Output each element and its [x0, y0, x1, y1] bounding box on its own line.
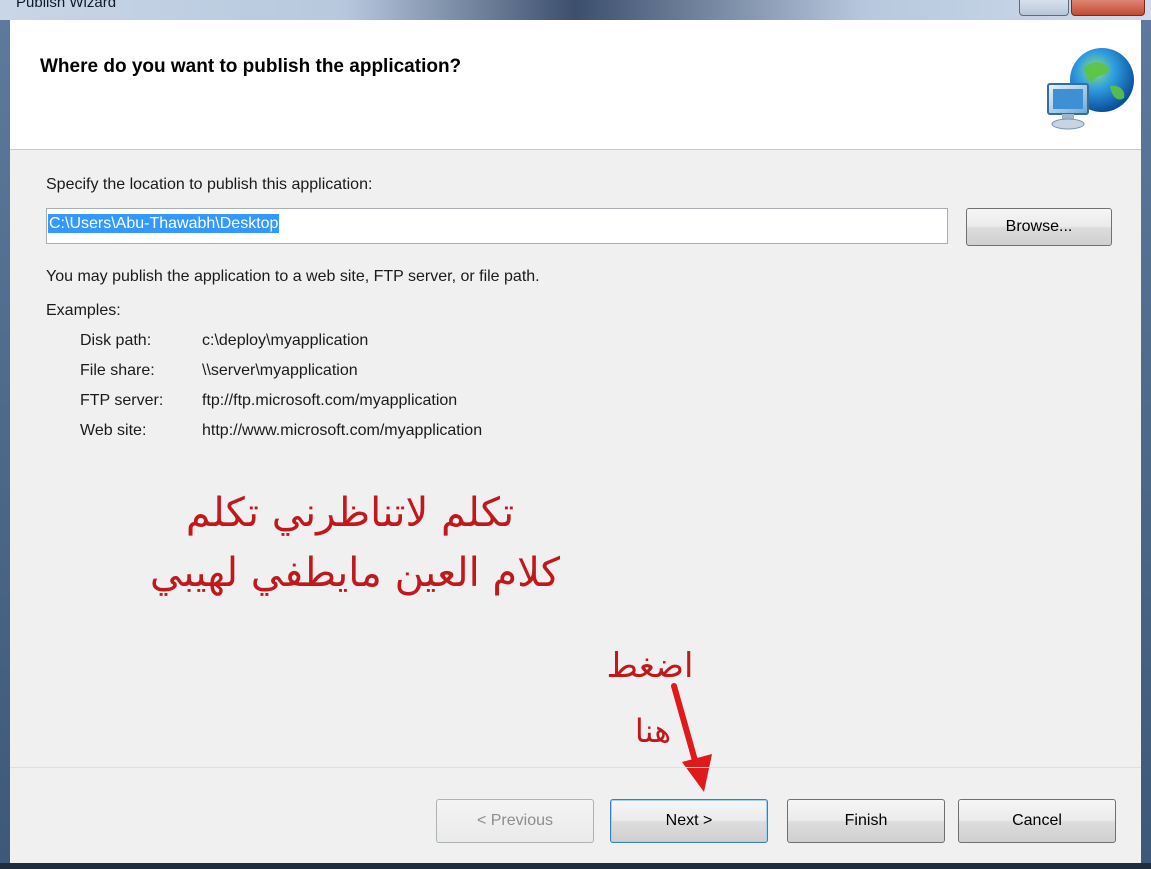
example-label: Web site: — [80, 422, 147, 439]
footer-separator — [10, 767, 1141, 768]
example-label: FTP server: — [80, 392, 164, 409]
finish-button[interactable]: Finish — [787, 799, 945, 843]
maximize-button[interactable] — [1019, 0, 1069, 16]
browse-button[interactable]: Browse... — [966, 208, 1112, 246]
example-file-share: File share: \\server\myapplication — [80, 362, 358, 380]
example-value: http://www.microsoft.com/myapplication — [202, 422, 483, 439]
cancel-button[interactable]: Cancel — [958, 799, 1116, 843]
red-arrow-icon — [671, 683, 712, 792]
publish-location-value: C:\Users\Abu-Thawabh\Desktop — [48, 214, 280, 233]
example-value: c:\deploy\myapplication — [202, 332, 369, 349]
window-title: Publish Wizard — [16, 0, 117, 11]
annotation-line-1: تكلم لاتناظرني تكلم — [185, 490, 515, 536]
wizard-client-area: Where do you want to publish the applica… — [10, 20, 1141, 863]
example-label: Disk path: — [80, 332, 152, 349]
example-value: \\server\myapplication — [202, 362, 358, 379]
annotation-line-2: كلام العين مايطفي لهيبي — [149, 550, 561, 596]
previous-button[interactable]: < Previous — [436, 799, 594, 843]
publish-wizard-window: Publish Wizard Where do you want to publ… — [0, 0, 1151, 869]
example-disk-path: Disk path: c:\deploy\myapplication — [80, 332, 368, 350]
publish-location-input[interactable]: C:\Users\Abu-Thawabh\Desktop — [46, 208, 948, 244]
window-bottom-border — [0, 863, 1151, 869]
page-title: Where do you want to publish the applica… — [40, 56, 462, 77]
window-controls — [1019, 0, 1145, 16]
close-button[interactable] — [1071, 0, 1145, 16]
title-bar[interactable]: Publish Wizard — [0, 0, 1151, 20]
example-ftp-server: FTP server: ftp://ftp.microsoft.com/myapp… — [80, 392, 457, 410]
examples-label: Examples: — [46, 302, 121, 319]
next-button[interactable]: Next > — [610, 799, 768, 843]
example-web-site: Web site: http://www.microsoft.com/myappl… — [80, 422, 482, 440]
globe-network-icon — [1047, 48, 1134, 130]
wizard-header: Where do you want to publish the applica… — [10, 20, 1141, 150]
publish-info-text: You may publish the application to a web… — [46, 268, 540, 285]
example-value: ftp://ftp.microsoft.com/myapplication — [202, 392, 458, 409]
location-label: Specify the location to publish this app… — [46, 176, 373, 193]
example-label: File share: — [80, 362, 155, 379]
